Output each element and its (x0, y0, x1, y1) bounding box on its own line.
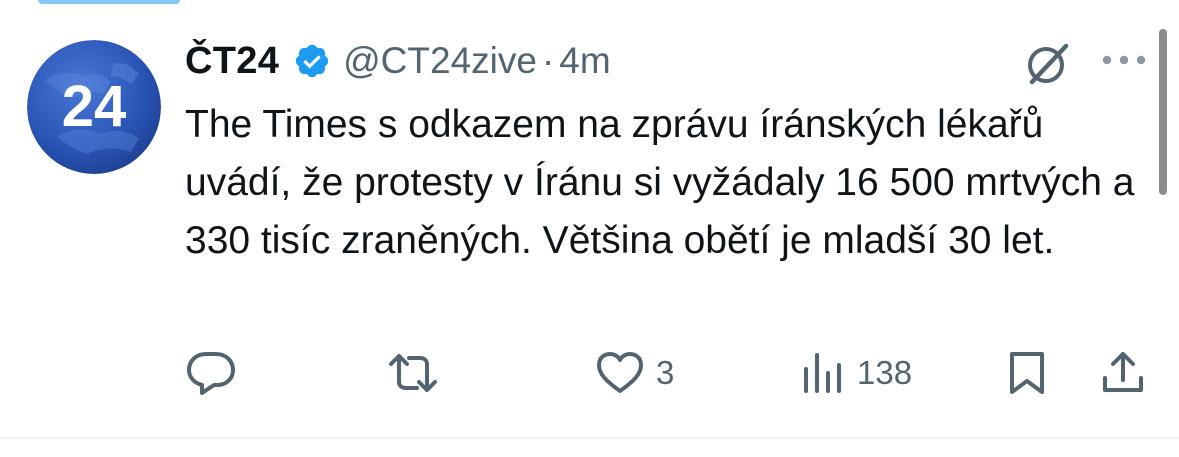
share-icon (1103, 352, 1143, 392)
reply-icon (187, 352, 235, 395)
retweet-icon (389, 354, 437, 392)
bookmark-button[interactable] (1007, 350, 1047, 396)
scrollbar[interactable] (1159, 29, 1167, 195)
bottom-divider (0, 437, 1179, 439)
separator-dot: · (541, 40, 555, 81)
views-button[interactable]: 138 (801, 350, 912, 396)
views-count: 138 (857, 354, 913, 391)
timestamp[interactable]: 4m (559, 40, 610, 82)
bookmark-icon (1010, 352, 1044, 394)
handle[interactable]: @CT24zive (343, 40, 537, 82)
retweet-button[interactable] (387, 350, 439, 396)
display-name[interactable]: ČT24 (185, 40, 279, 83)
reply-button[interactable] (186, 350, 236, 396)
tweet-header: ČT24 @CT24zive · 4m (185, 36, 611, 86)
more-options-icon[interactable] (1100, 53, 1148, 67)
grok-icon[interactable] (1022, 40, 1074, 88)
verified-badge-icon (293, 42, 331, 80)
like-button[interactable]: 3 (596, 350, 674, 396)
avatar[interactable]: 24 (27, 40, 161, 174)
heart-icon (597, 352, 643, 393)
avatar-label: 24 (62, 74, 127, 139)
tweet-text: The Times s odkazem na zprávu íránských … (185, 103, 1135, 262)
share-button[interactable] (1100, 350, 1146, 396)
like-count: 3 (656, 354, 675, 391)
views-chart-icon (804, 353, 841, 393)
tweet[interactable]: 24 ČT24 @CT24zive · 4m The Times s odkaz… (0, 0, 1179, 440)
tweet-actions-bar: 3 138 (0, 340, 1179, 404)
